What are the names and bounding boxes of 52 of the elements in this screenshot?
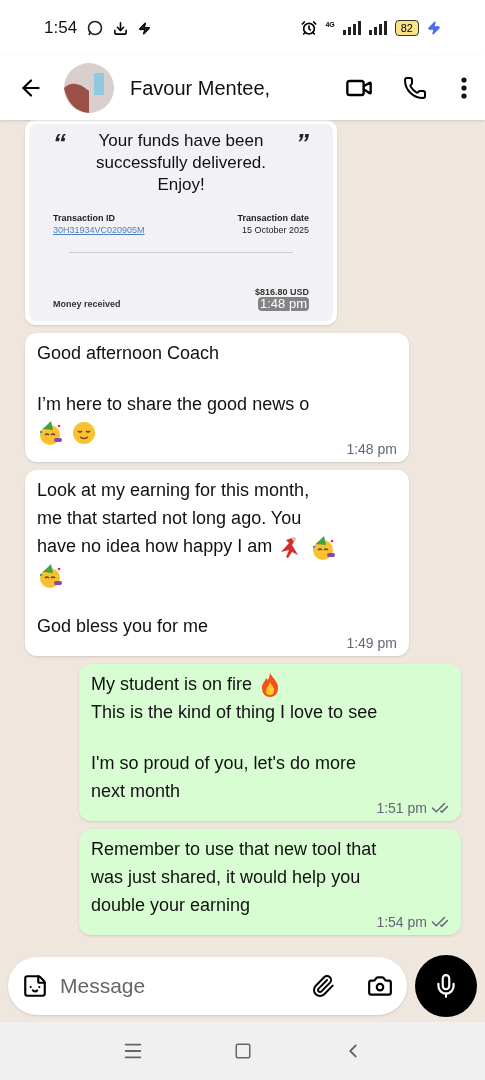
receipt-headline: Your funds have been successfully delivered. Enjoy! [94,130,268,196]
home-button[interactable] [233,1042,252,1060]
contact-avatar[interactable] [64,63,114,113]
amount-value: $816.80 USD [254,287,309,297]
message-text: Look at my earning for this month, [37,480,310,501]
flash-icon [138,21,152,35]
receipt-image[interactable]: “ Your funds have been successfully delivered. Enjoy! ” Transaction ID 30H31934VC020905M Transaction date 15 October 2025 Money received $816.80 USD 1:48 pm [25,120,337,325]
party-face-icon [38,562,64,589]
message-text: I'm so proud of you, let's do more [91,753,356,773]
message-text: Good afternoon Coach [37,343,220,363]
battery-indicator: 82 [394,20,419,36]
download-icon [113,20,129,36]
signal-icon [342,21,361,35]
status-time: 1:54 [44,17,78,40]
quote-mark: “ [53,130,66,156]
message-time: 1:48 pm [258,297,309,311]
party-face-icon [38,420,64,447]
message-text: God bless you for me [37,615,209,636]
message-time: 1:48 pm [346,440,397,459]
field-label: Transaction date [237,212,309,224]
field-label: Transaction ID [53,212,116,224]
message-text: have no idea how happy I am [37,536,273,557]
message-text: I’m here to share the good news o [37,394,310,414]
message-time: 1:51 pm [376,799,427,817]
message-input[interactable]: Message [60,970,299,1002]
attach-icon[interactable] [311,974,335,998]
field-label: Money received [53,297,121,311]
message-time: 1:54 pm [376,913,427,931]
more-options-icon [461,77,467,99]
signal-icon [368,21,387,35]
voice-call-button[interactable] [403,76,427,100]
message-text: me that started not long ago. You [37,508,302,529]
message-text: Remember to use that new tool that [91,839,377,859]
party-face-icon [311,534,338,561]
camera-icon[interactable] [367,973,393,999]
transaction-id-link[interactable]: 30H31934VC020905M [53,224,145,236]
message-text: This is the kind of thing I love to see [91,702,378,722]
smiling-face-icon [71,420,97,447]
message-text: My student is on fire [91,673,253,694]
message-time: 1:49 pm [346,633,397,652]
sticker-icon[interactable] [22,973,48,999]
charging-icon [427,21,441,35]
message-field[interactable]: Message [8,957,407,1015]
message-text: double your earning [91,895,251,915]
chat-app-icon [87,20,104,36]
field-value: 15 October 2025 [241,224,309,236]
alarm-icon [301,20,318,36]
message-text: next month [91,781,181,801]
quote-mark: ” [296,130,309,156]
menu-button[interactable] [461,77,467,99]
phone-icon [403,76,427,100]
message-text: was just shared, it would help you [91,867,361,887]
